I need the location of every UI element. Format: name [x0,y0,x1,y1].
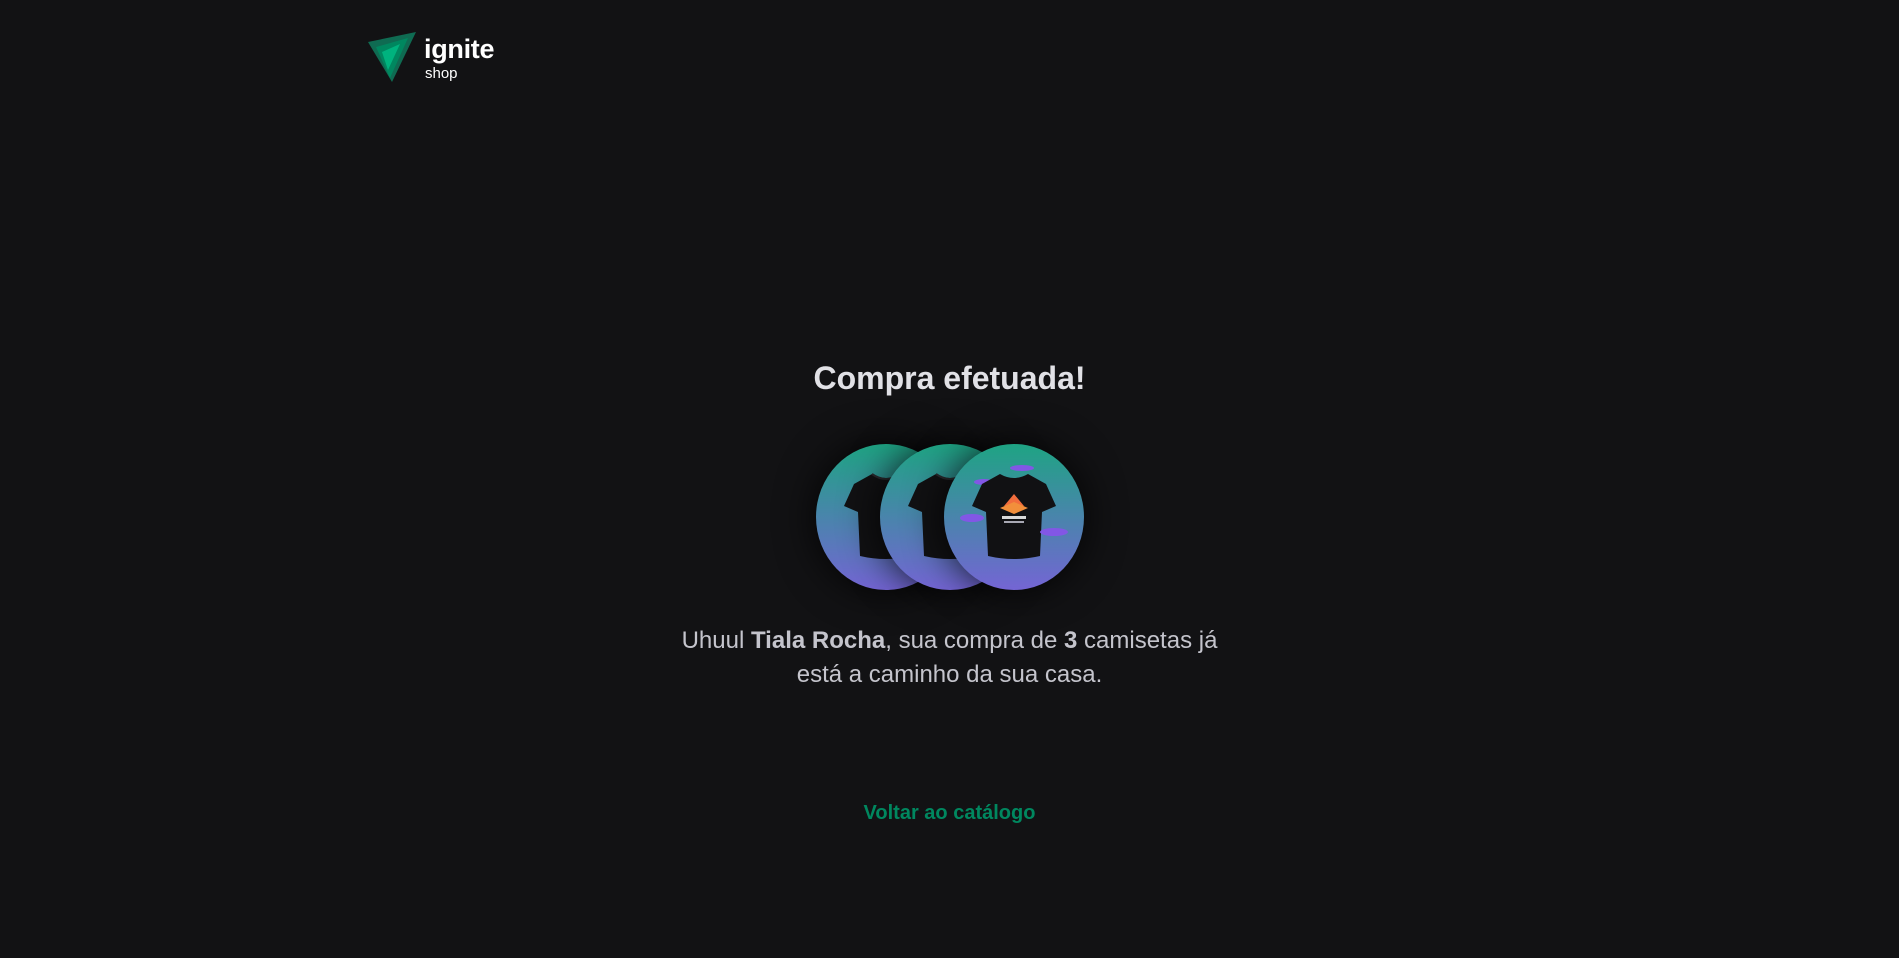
logo-text[interactable]: ignite shop [424,33,495,82]
message-prefix: Uhuul [681,627,751,654]
success-container: Compra efetuada! Uhuul Tiala Rocha, sua … [0,358,1899,825]
customer-name: Tiala Rocha [750,627,886,654]
product-images [815,444,1084,590]
back-to-catalog-link[interactable]: Voltar ao catálogo [864,802,1036,825]
message-middle: , sua compra de [885,627,1064,654]
logo-subtitle: shop [425,64,458,82]
logo-title: ignite [424,33,495,64]
tshirt-print-icon [959,465,1068,559]
ignite-logo-icon[interactable] [368,32,416,84]
page-title: Compra efetuada! [813,360,1086,396]
product-image-3 [943,444,1084,590]
purchase-quantity: 3 [1064,627,1078,654]
success-message: Uhuul Tiala Rocha, sua compra de 3 camis… [670,624,1230,692]
app-header: ignite shop [368,32,495,84]
